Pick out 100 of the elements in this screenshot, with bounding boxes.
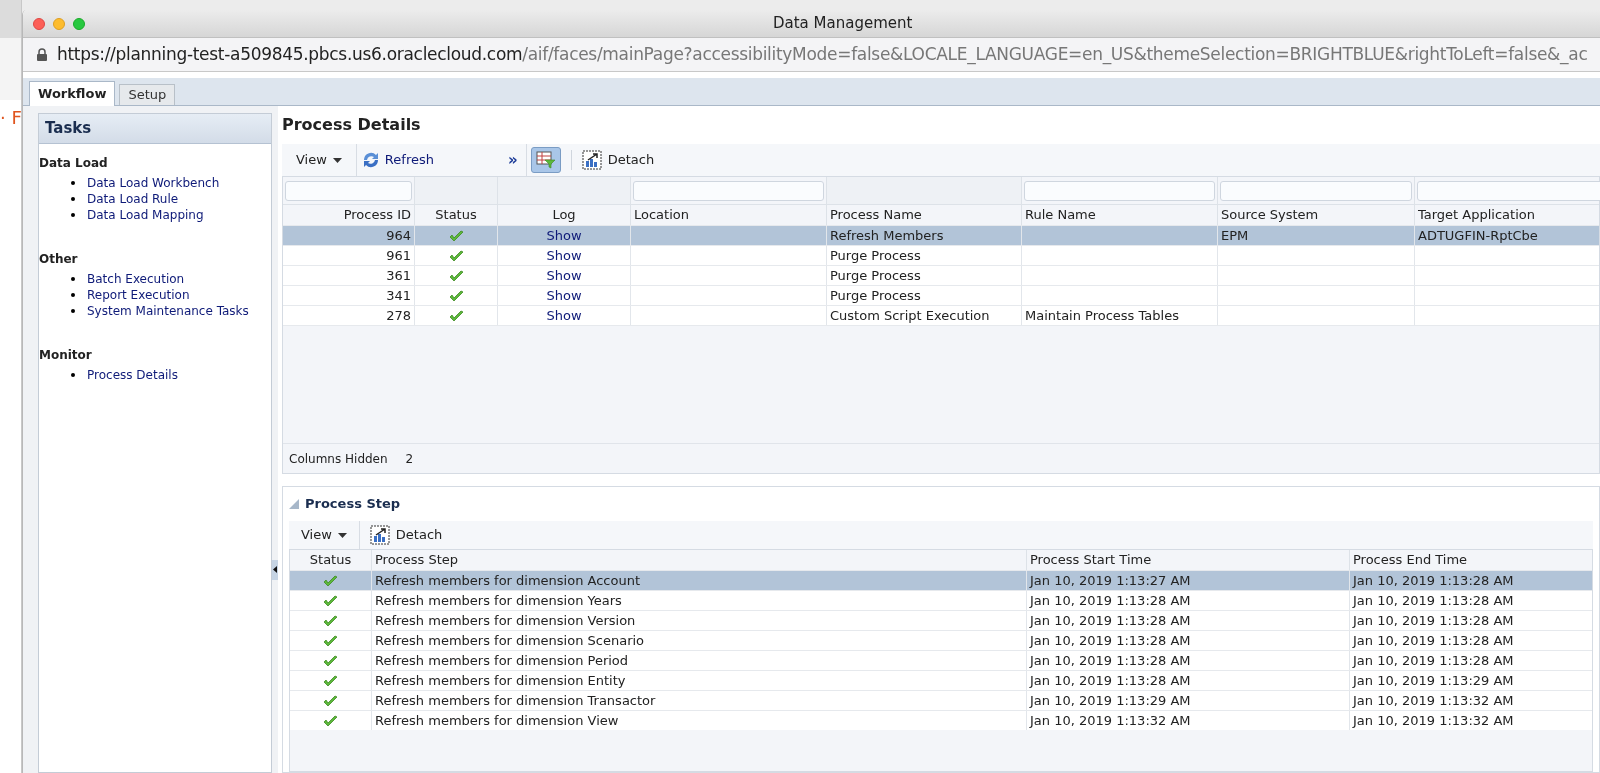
table-row[interactable]: Refresh members for dimension Period Jan 10, 2019 1:13:28 AM Jan 10, 2019 1:13:28 AM — [290, 650, 1592, 670]
show-log-link[interactable]: Show — [546, 228, 582, 243]
table-row[interactable]: 964 Show Refresh Members EPM ADTUGFIN-RptCbe — [283, 225, 1599, 245]
table-cell: ADTUGFIN-RptCbe — [1418, 228, 1538, 243]
filter-toggle[interactable] — [530, 147, 561, 173]
table-cell: Jan 10, 2019 1:13:28 AM — [1030, 633, 1191, 648]
close-icon[interactable] — [33, 17, 45, 30]
bullet-icon — [71, 373, 75, 377]
filter-field[interactable] — [1417, 180, 1600, 201]
checkmark-icon — [323, 575, 338, 588]
table-row[interactable]: Refresh members for dimension Years Jan 10, 2019 1:13:28 AM Jan 10, 2019 1:13:28 AM — [290, 590, 1592, 610]
checkmark-icon — [448, 290, 464, 303]
columns-hidden-label: Columns Hidden — [289, 450, 388, 468]
filter-field[interactable] — [285, 180, 412, 201]
task-link[interactable]: Data Load Workbench — [87, 174, 220, 192]
task-link[interactable]: Data Load Mapping — [87, 206, 204, 224]
table-cell: Maintain Process Tables — [1025, 308, 1179, 323]
refresh-button[interactable]: Refresh — [356, 144, 438, 176]
show-log-link[interactable]: Show — [546, 308, 582, 323]
tasks-header: Tasks — [39, 114, 271, 144]
detach-icon — [369, 525, 390, 545]
table-cell: Jan 10, 2019 1:13:28 AM — [1353, 653, 1514, 668]
table-row[interactable]: Refresh members for dimension View Jan 10, 2019 1:13:32 AM Jan 10, 2019 1:13:32 AM — [290, 710, 1592, 730]
table-cell: Purge Process — [830, 288, 921, 303]
table-row[interactable]: 361 Show Purge Process — [283, 265, 1599, 285]
detach-button[interactable]: Detach — [581, 150, 655, 170]
filter-field[interactable] — [1024, 180, 1215, 201]
table-cell: Jan 10, 2019 1:13:28 AM — [1030, 673, 1191, 688]
zoom-icon[interactable] — [73, 17, 85, 30]
detach-button[interactable]: Detach — [359, 525, 453, 545]
table-cell: 964 — [386, 228, 411, 243]
filter-field[interactable] — [633, 180, 824, 201]
table-cell: Jan 10, 2019 1:13:28 AM — [1353, 573, 1514, 588]
checkmark-icon — [448, 310, 464, 323]
background-window-text: · F — [0, 105, 22, 130]
checkmark-icon — [448, 270, 464, 283]
show-log-link[interactable]: Show — [546, 248, 582, 263]
window-title: Data Management — [773, 13, 913, 35]
filter-field[interactable] — [1220, 180, 1412, 201]
table-cell: Jan 10, 2019 1:13:28 AM — [1353, 613, 1514, 628]
table-cell: Jan 10, 2019 1:13:28 AM — [1030, 613, 1191, 628]
task-link[interactable]: System Maintenance Tasks — [87, 302, 249, 320]
table-row[interactable]: Refresh members for dimension Transactor Jan 10, 2019 1:13:29 AM Jan 10, 2019 1:13:32 AM — [290, 690, 1592, 710]
section-heading: Data Load — [39, 155, 109, 172]
detach-icon — [581, 150, 602, 170]
table-cell: 278 — [386, 308, 411, 323]
table-cell: Jan 10, 2019 1:13:29 AM — [1353, 673, 1514, 688]
triangle-left-icon — [273, 566, 277, 573]
disclosure-triangle-icon[interactable] — [289, 499, 299, 509]
table-cell: Jan 10, 2019 1:13:28 AM — [1030, 593, 1191, 608]
table-cell: Jan 10, 2019 1:13:28 AM — [1353, 633, 1514, 648]
columns-hidden-count: 2 — [405, 450, 414, 468]
section-heading: Other — [39, 251, 79, 268]
show-log-link[interactable]: Show — [546, 268, 582, 283]
table-cell: Jan 10, 2019 1:13:28 AM — [1030, 653, 1191, 668]
show-log-link[interactable]: Show — [546, 288, 582, 303]
table-cell: Refresh members for dimension Entity — [375, 673, 626, 688]
checkmark-icon — [323, 615, 338, 628]
task-link[interactable]: Batch Execution — [87, 270, 185, 288]
table-cell: Custom Script Execution — [830, 308, 990, 323]
table-row[interactable]: 278 Show Custom Script Execution Maintain Process Tables — [283, 305, 1599, 325]
table-cell: Refresh members for dimension Scenario — [375, 633, 645, 648]
caret-icon — [337, 532, 347, 538]
task-link[interactable]: Report Execution — [87, 286, 190, 304]
tab[interactable]: Workflow — [29, 81, 116, 106]
task-link[interactable]: Process Details — [87, 366, 178, 384]
table-row[interactable]: Refresh members for dimension Entity Jan 10, 2019 1:13:28 AM Jan 10, 2019 1:13:29 AM — [290, 670, 1592, 690]
table-cell: Purge Process — [830, 248, 921, 263]
table-cell: Refresh members for dimension Account — [375, 573, 641, 588]
bullet-icon — [71, 277, 75, 281]
table-row[interactable]: Refresh members for dimension Account Jan 10, 2019 1:13:27 AM Jan 10, 2019 1:13:28 AM — [290, 570, 1592, 590]
table-cell: Refresh members for dimension Transactor — [375, 693, 656, 708]
tab[interactable]: Setup — [119, 84, 176, 105]
minimize-icon[interactable] — [53, 17, 65, 30]
checkmark-icon — [448, 250, 464, 263]
table-cell: Jan 10, 2019 1:13:32 AM — [1030, 713, 1191, 728]
checkmark-icon — [323, 695, 338, 708]
task-link[interactable]: Data Load Rule — [87, 190, 179, 208]
lock-icon — [37, 48, 47, 61]
table-cell: Jan 10, 2019 1:13:32 AM — [1353, 693, 1514, 708]
table-row[interactable]: 961 Show Purge Process — [283, 245, 1599, 265]
table-cell: 361 — [386, 268, 411, 283]
url-text: https://planning-test-a509845.pbcs.us6.oraclecloud.com/aif/faces/mainPage?accessibilityMode=false&LOCALE_LANGUAGE=en_US&themeSelection=BRIGHTBLUE&rightToLeft=false&_ac — [57, 42, 1588, 67]
checkmark-icon — [323, 595, 338, 608]
overflow-button[interactable]: » — [503, 148, 522, 172]
bullet-icon — [71, 181, 75, 185]
table-cell: Jan 10, 2019 1:13:27 AM — [1030, 573, 1191, 588]
page-title: Process Details — [282, 114, 422, 136]
checkmark-icon — [448, 230, 464, 243]
table-row[interactable]: Refresh members for dimension Version Jan 10, 2019 1:13:28 AM Jan 10, 2019 1:13:28 AM — [290, 610, 1592, 630]
table-cell: Refresh Members — [830, 228, 944, 243]
table-row[interactable]: Refresh members for dimension Scenario Jan 10, 2019 1:13:28 AM Jan 10, 2019 1:13:28 AM — [290, 630, 1592, 650]
bullet-icon — [71, 309, 75, 313]
checkmark-icon — [323, 675, 338, 688]
table-cell: Refresh members for dimension Period — [375, 653, 629, 668]
table-cell: Jan 10, 2019 1:13:28 AM — [1353, 593, 1514, 608]
table-row[interactable]: 341 Show Purge Process — [283, 285, 1599, 305]
bullet-icon — [71, 197, 75, 201]
collapse-handle[interactable] — [272, 559, 278, 580]
checkmark-icon — [323, 635, 338, 648]
